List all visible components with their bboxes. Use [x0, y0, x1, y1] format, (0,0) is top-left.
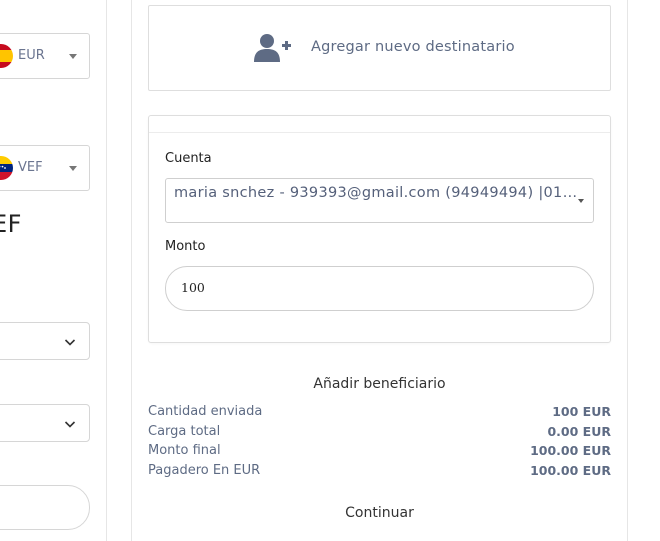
summary-row: Cantidad enviada 100 EUR — [148, 404, 611, 424]
chevron-down-icon — [64, 421, 76, 428]
caret-down-icon — [578, 199, 584, 203]
send-currency-code: EUR — [18, 48, 45, 63]
text-input[interactable] — [0, 485, 90, 530]
chevron-down-icon — [64, 339, 76, 346]
amount-input[interactable]: 100 — [165, 266, 594, 311]
summary-row: Monto final 100.00 EUR — [148, 443, 611, 463]
summary-label: Pagadero En EUR — [148, 463, 261, 479]
user-plus-icon — [254, 33, 292, 67]
amount-label: Monto — [165, 239, 206, 254]
send-currency-select[interactable]: EUR — [0, 33, 90, 79]
left-panel: EUR VEF EF — [0, 0, 107, 541]
transfer-summary: Cantidad enviada 100 EUR Carga total 0.0… — [148, 404, 611, 483]
add-recipient-label: Agregar nuevo destinatario — [311, 39, 515, 55]
dropdown-select[interactable] — [0, 404, 90, 442]
receive-currency-heading: EF — [0, 210, 22, 238]
continue-button[interactable]: Continuar — [148, 505, 611, 521]
account-label: Cuenta — [165, 151, 212, 166]
venezuela-flag-icon — [0, 156, 13, 180]
dropdown-select[interactable] — [0, 322, 90, 360]
summary-label: Carga total — [148, 423, 221, 439]
summary-value: 100.00 EUR — [530, 463, 611, 479]
summary-value: 100 EUR — [552, 404, 611, 419]
summary-row: Carga total 0.00 EUR — [148, 424, 611, 444]
caret-down-icon — [69, 54, 77, 59]
add-recipient-button[interactable]: Agregar nuevo destinatario — [148, 5, 611, 91]
account-select[interactable]: maria snchez - 939393@gmail.com (9494949… — [165, 178, 594, 223]
summary-value: 0.00 EUR — [547, 423, 611, 439]
divider — [149, 132, 610, 133]
spain-flag-icon — [0, 44, 13, 68]
caret-down-icon — [69, 166, 77, 171]
summary-label: Monto final — [148, 443, 221, 459]
add-beneficiary-link[interactable]: Añadir beneficiario — [148, 376, 611, 392]
summary-label: Cantidad enviada — [148, 404, 263, 419]
account-select-value: maria snchez - 939393@gmail.com (9494949… — [174, 185, 582, 201]
beneficiary-form: Cuenta maria snchez - 939393@gmail.com (… — [148, 115, 611, 343]
summary-row: Pagadero En EUR 100.00 EUR — [148, 463, 611, 483]
amount-input-value: 100 — [181, 280, 205, 295]
receive-currency-code: VEF — [18, 160, 43, 175]
receive-currency-select[interactable]: VEF — [0, 145, 90, 191]
summary-value: 100.00 EUR — [530, 443, 611, 459]
